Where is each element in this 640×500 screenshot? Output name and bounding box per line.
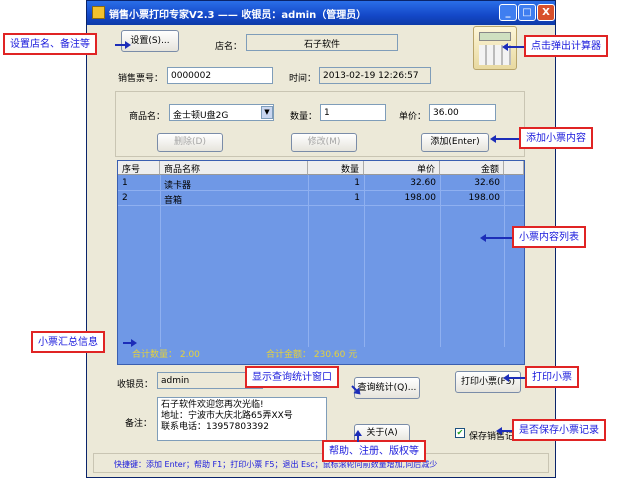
callout-help: 帮助、注册、版权等 [322, 440, 426, 462]
ticket-number-label: 销售票号： [118, 74, 164, 84]
delete-button[interactable]: 删除(D) [157, 133, 223, 152]
col-header-price[interactable]: 单价 [364, 161, 440, 175]
product-label: 商品名： [129, 112, 166, 122]
remarks-line: 联系电话：13957803392 [161, 422, 269, 432]
col-header-name[interactable]: 商品名称 [160, 161, 308, 175]
col-header-amount[interactable]: 金额 [440, 161, 504, 175]
app-icon [92, 6, 105, 19]
callout-calculator: 点击弹出计算器 [524, 35, 608, 57]
table-cell[interactable]: 2 [118, 192, 160, 206]
store-name-field: 石子软件 [246, 34, 398, 51]
arrow-icon [482, 237, 512, 239]
col-header-index[interactable]: 序号 [118, 161, 160, 175]
arrow-icon [498, 430, 512, 432]
quantity-field[interactable]: 1 [320, 104, 386, 121]
arrow-icon [357, 432, 359, 442]
remarks-line: 石子软件欢迎您再次光临! [161, 400, 264, 410]
arrow-icon [505, 377, 525, 379]
table-cell[interactable]: 198.00 [364, 192, 440, 206]
callout-add-items: 添加小票内容 [519, 127, 593, 149]
arrow-icon [115, 41, 131, 49]
remarks-label: 备注： [125, 419, 153, 429]
arrow-icon [504, 46, 524, 48]
title-bar[interactable]: 销售小票打印专家V2.3 —— 收银员：admin（管理员） _ □ X [87, 1, 555, 25]
table-cell[interactable]: 1 [118, 177, 160, 191]
close-button[interactable]: X [537, 4, 555, 21]
callout-print-ticket: 打印小票 [525, 366, 579, 388]
remarks-line: 地址：宁波市大庆北路65弄XX号 [161, 411, 293, 421]
grid-line [504, 175, 505, 347]
table-cell[interactable]: 读卡器 [160, 177, 308, 191]
col-header-qty[interactable]: 数量 [308, 161, 364, 175]
arrow-icon [492, 138, 519, 140]
total-quantity: 合计数量： 2.00 [132, 350, 200, 360]
ticket-number-field[interactable]: 0000002 [167, 67, 273, 84]
table-cell[interactable]: 32.60 [364, 177, 440, 191]
table-cell[interactable]: 1 [308, 192, 364, 206]
table-cell[interactable]: 1 [308, 177, 364, 191]
callout-store-settings: 设置店名、备注等 [3, 33, 97, 55]
chevron-down-icon[interactable]: ▼ [261, 106, 273, 119]
cashier-label: 收银员： [117, 380, 154, 390]
table-cell[interactable]: 198.00 [440, 192, 504, 206]
quantity-label: 数量： [290, 112, 318, 122]
calculator-icon[interactable] [473, 26, 517, 70]
status-bar: 快捷键：添加 Enter；帮助 F1；打印小票 F5；退出 Esc；鼠标滚轮向前… [93, 453, 549, 473]
total-amount: 合计金额： 230.60 元 [266, 350, 358, 360]
time-label: 时间： [289, 74, 317, 84]
store-name-label: 店名： [215, 42, 243, 52]
product-select[interactable]: 金士顿U盘2G [169, 104, 274, 121]
modify-button[interactable]: 修改(M) [291, 133, 357, 152]
minimize-button[interactable]: _ [499, 4, 517, 21]
table-cell[interactable]: 音箱 [160, 192, 308, 206]
query-button[interactable]: 查询统计(Q)... [354, 377, 420, 399]
callout-query-window: 显示查询统计窗口 [245, 366, 339, 388]
save-record-checkbox[interactable]: ✔ [455, 428, 465, 438]
remarks-field[interactable]: 石子软件欢迎您再次光临! 地址：宁波市大庆北路65弄XX号 联系电话：13957… [157, 397, 327, 441]
ticket-items-table[interactable]: 序号 商品名称 数量 单价 金额 1 读卡器 1 32.60 32.60 2 音… [117, 160, 525, 365]
callout-summary: 小票汇总信息 [31, 331, 105, 353]
maximize-button[interactable]: □ [518, 4, 536, 21]
col-header-filler [504, 161, 524, 175]
table-cell[interactable]: 32.60 [440, 177, 504, 191]
time-field: 2013-02-19 12:26:57 [319, 67, 431, 84]
price-field[interactable]: 36.00 [429, 104, 496, 121]
callout-save-record: 是否保存小票记录 [512, 419, 606, 441]
add-button[interactable]: 添加(Enter) [421, 133, 489, 152]
arrow-icon [123, 339, 137, 347]
window-title: 销售小票打印专家V2.3 —— 收银员：admin（管理员） [109, 10, 367, 21]
callout-item-list: 小票内容列表 [512, 226, 586, 248]
price-label: 单价： [399, 112, 427, 122]
print-button[interactable]: 打印小票(F5) [455, 371, 521, 393]
